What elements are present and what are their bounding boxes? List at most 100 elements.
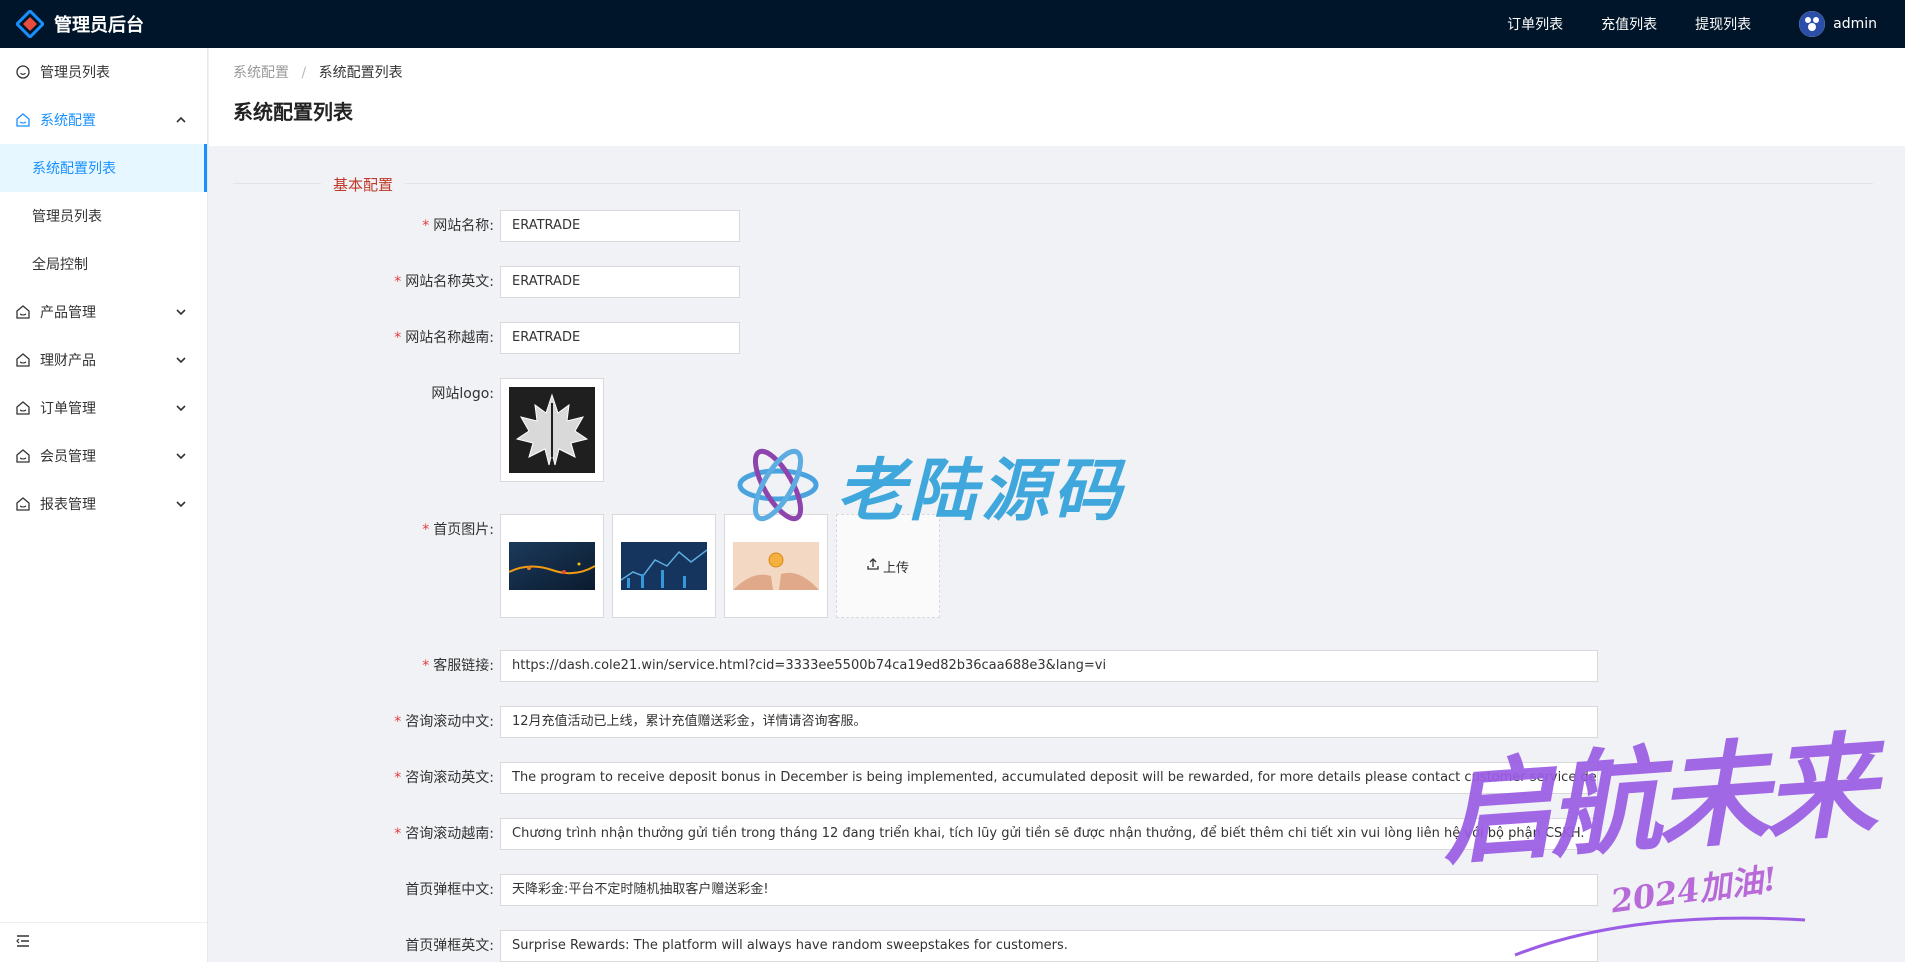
form-label-text: 客服链接: — [433, 658, 494, 674]
site-name-en-input[interactable]: ERATRADE — [500, 266, 740, 298]
house-icon — [16, 401, 30, 415]
sidebar-item-admin-list[interactable]: 管理员列表 — [0, 48, 207, 96]
form-row-site-logo: 网站logo: — [209, 378, 612, 482]
service-link-input[interactable]: https://dash.cole21.win/service.html?cid… — [500, 650, 1598, 682]
form-label: 首页弹框中文: — [209, 874, 500, 906]
form-row-scroll-en: * 咨询滚动英文: The program to receive deposit … — [209, 762, 1598, 794]
corner-watermark: 启航未来 2024加油! — [1420, 700, 1890, 960]
form-label-text: 咨询滚动越南: — [405, 826, 494, 842]
sidebar-item-label: 报表管理 — [40, 497, 96, 513]
form-label: * 客服链接: — [209, 650, 500, 682]
form-label: * 网站名称: — [209, 210, 500, 242]
corner-watermark-title: 启航未来 — [1436, 720, 1877, 881]
form-label-text: 首页弹框中文: — [405, 882, 494, 898]
chevron-down-icon — [175, 306, 187, 318]
form-label: 网站logo: — [209, 378, 500, 410]
required-mark: * — [422, 218, 430, 234]
app-logo[interactable]: 管理员后台 — [0, 0, 144, 48]
sidebar-item-label: 系统配置 — [40, 113, 96, 129]
house-icon — [16, 305, 30, 319]
center-watermark-text: 老陆源码 — [837, 452, 1126, 531]
breadcrumb-separator: / — [301, 65, 307, 81]
center-watermark: 老陆源码 — [735, 435, 1125, 534]
nav-recharge-list[interactable]: 充值列表 — [1601, 14, 1657, 34]
upload-icon — [867, 558, 879, 574]
house-icon — [16, 353, 30, 367]
coin-hands-thumbnail — [733, 542, 819, 590]
breadcrumb-current: 系统配置列表 — [318, 65, 403, 81]
top-header: 管理员后台 订单列表 充值列表 提现列表 admin — [0, 0, 1905, 48]
form-row-scroll-vi: * 咨询滚动越南: Chương trình nhận thưởng gửi ti… — [209, 818, 1598, 850]
form-label-text: 首页弹框英文: — [405, 938, 494, 954]
form-label: 首页弹框英文: — [209, 930, 500, 962]
required-mark: * — [422, 658, 430, 674]
city-lights-thumbnail — [509, 542, 595, 590]
section-divider — [233, 183, 1873, 184]
required-mark: * — [394, 714, 402, 730]
house-icon — [16, 497, 30, 511]
breadcrumb: 系统配置 / 系统配置列表 — [233, 62, 1881, 82]
nav-withdraw-list[interactable]: 提现列表 — [1695, 14, 1751, 34]
form-label-text: 网站名称: — [433, 218, 494, 234]
sidebar: 管理员列表 系统配置 系统配置列表 管理员列表 全局控制 产品管理 理财产品 订… — [0, 48, 208, 962]
avatar — [1799, 11, 1826, 37]
form-row-popup-zh: 首页弹框中文: 天降彩金:平台不定时随机抽取客户赠送彩金! — [209, 874, 1598, 906]
atom-logo-icon — [737, 448, 819, 521]
form-label-text: 网站名称英文: — [405, 274, 494, 290]
form-row-site-name: * 网站名称: ERATRADE — [209, 210, 740, 242]
required-mark: * — [394, 770, 402, 786]
stock-chart-thumbnail — [621, 542, 707, 590]
sidebar-item-wealth-products[interactable]: 理财产品 — [0, 336, 207, 384]
username: admin — [1833, 16, 1877, 32]
menu-fold-icon — [16, 934, 30, 951]
form-label-text: 网站logo: — [431, 386, 494, 402]
sidebar-subitem-config-list[interactable]: 系统配置列表 — [0, 144, 207, 192]
chevron-down-icon — [175, 354, 187, 366]
required-mark: * — [394, 274, 402, 290]
site-name-input[interactable]: ERATRADE — [500, 210, 740, 242]
form-label: * 咨询滚动中文: — [209, 706, 500, 738]
smile-icon — [16, 65, 30, 79]
section-title: 基本配置 — [321, 174, 406, 195]
sidebar-item-member-management[interactable]: 会员管理 — [0, 432, 207, 480]
nav-order-list[interactable]: 订单列表 — [1507, 14, 1563, 34]
diamond-logo-icon — [14, 8, 46, 40]
home-image-1[interactable] — [500, 514, 604, 618]
maple-leaf-logo-icon — [509, 387, 595, 473]
form-label-text: 咨询滚动中文: — [405, 714, 494, 730]
form-label-text: 网站名称越南: — [405, 330, 494, 346]
user-menu[interactable]: admin — [1799, 11, 1877, 37]
home-image-2[interactable] — [612, 514, 716, 618]
swoosh-decoration — [1514, 916, 1806, 957]
sidebar-item-label: 管理员列表 — [40, 65, 110, 81]
sidebar-item-report-management[interactable]: 报表管理 — [0, 480, 207, 528]
sidebar-subitem-admin-list[interactable]: 管理员列表 — [0, 192, 207, 240]
sidebar-item-order-management[interactable]: 订单管理 — [0, 384, 207, 432]
sidebar-item-label: 理财产品 — [40, 353, 96, 369]
upload-label: 上传 — [882, 560, 909, 576]
form-row-site-name-en: * 网站名称英文: ERATRADE — [209, 266, 740, 298]
required-mark: * — [422, 522, 430, 538]
page-title: 系统配置列表 — [233, 100, 353, 124]
form-row-service-link: * 客服链接: https://dash.cole21.win/service.h… — [209, 650, 1598, 682]
form-label: * 网站名称英文: — [209, 266, 500, 298]
sidebar-item-label: 订单管理 — [40, 401, 96, 417]
breadcrumb-parent[interactable]: 系统配置 — [233, 65, 289, 81]
app-title: 管理员后台 — [54, 15, 144, 36]
form-label: * 咨询滚动英文: — [209, 762, 500, 794]
sidebar-item-system-config[interactable]: 系统配置 — [0, 96, 207, 144]
form-row-site-name-vi: * 网站名称越南: ERATRADE — [209, 322, 740, 354]
sidebar-subitem-global-control[interactable]: 全局控制 — [0, 240, 207, 288]
sidebar-item-label: 会员管理 — [40, 449, 96, 465]
site-logo-image[interactable] — [500, 378, 604, 482]
chevron-down-icon — [175, 450, 187, 462]
chevron-down-icon — [175, 498, 187, 510]
sidebar-item-product-management[interactable]: 产品管理 — [0, 288, 207, 336]
sidebar-item-label: 产品管理 — [40, 305, 96, 321]
page-header: 系统配置 / 系统配置列表 系统配置列表 — [209, 48, 1905, 146]
sidebar-collapse-button[interactable] — [0, 922, 207, 962]
top-nav: 订单列表 充值列表 提现列表 admin — [1469, 0, 1877, 48]
form-label: * 网站名称越南: — [209, 322, 500, 354]
site-name-vi-input[interactable]: ERATRADE — [500, 322, 740, 354]
required-mark: * — [394, 826, 402, 842]
